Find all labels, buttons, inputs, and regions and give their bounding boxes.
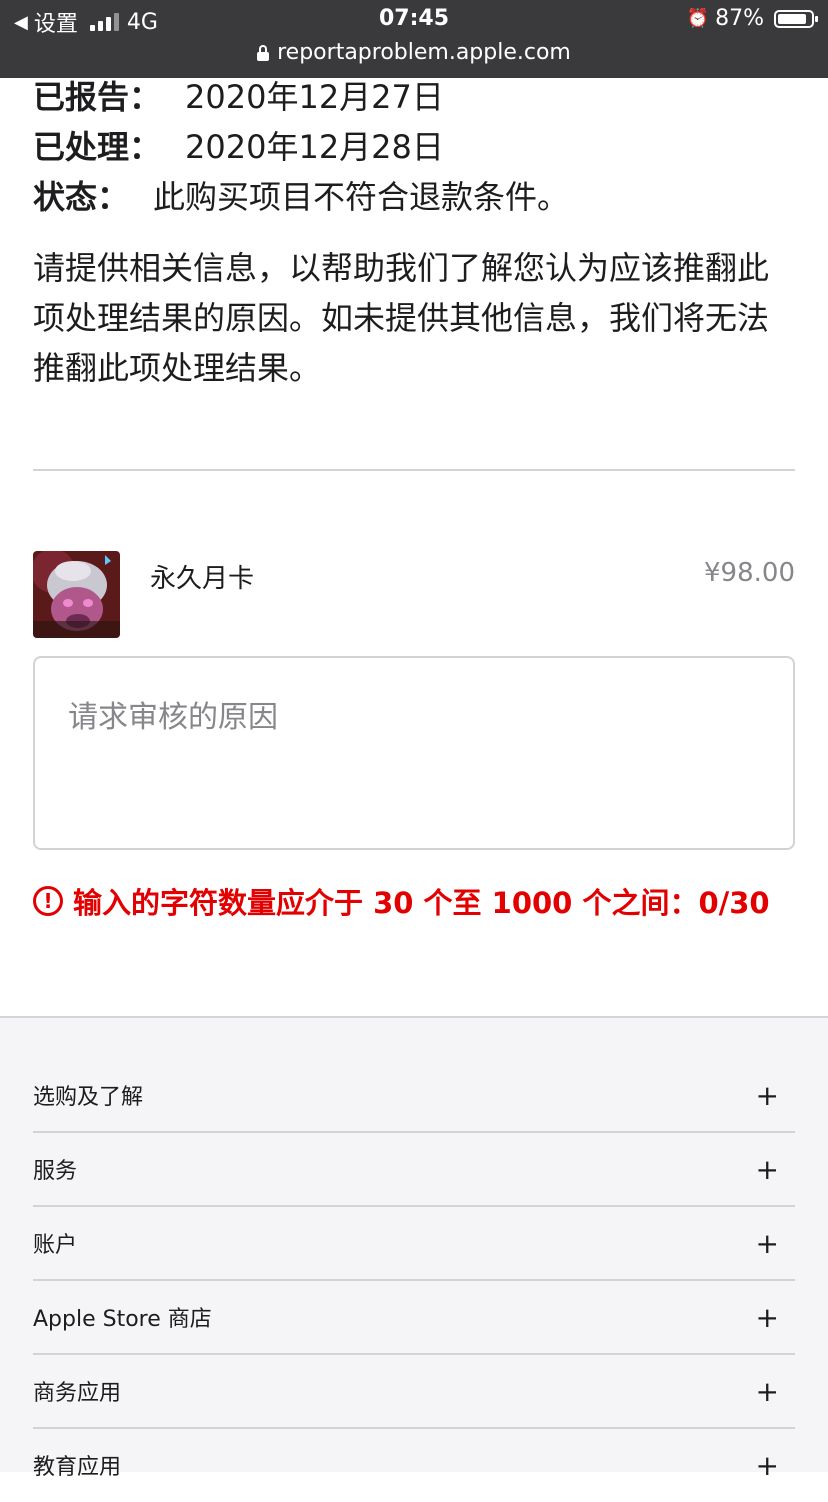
status-right: ⏰ 87% [686, 6, 818, 31]
footer: 选购及了解 + 服务 + 账户 + Apple Store 商店 + 商务应用 … [0, 1016, 828, 1482]
error-message: 输入的字符数量应介于 30 个至 1000 个之间：0/30 [73, 886, 770, 920]
expand-plus-icon[interactable]: + [756, 1153, 779, 1186]
processed-row: 已处理： 2020年12月28日 [33, 122, 444, 168]
footer-item-label: 账户 [33, 1233, 78, 1258]
app-artwork-icon [33, 551, 120, 638]
footer-item-account[interactable]: 账户 + [33, 1206, 795, 1280]
processed-value: 2020年12月28日 [185, 128, 444, 166]
error-icon: ! [33, 886, 63, 916]
status-label: 状态： [33, 178, 130, 216]
url-text[interactable]: reportaproblem.apple.com [277, 40, 571, 65]
battery-percent: 87% [715, 6, 764, 31]
footer-item-label: 教育应用 [33, 1455, 122, 1480]
reported-value: 2020年12月27日 [185, 78, 444, 116]
battery-tip [815, 15, 818, 22]
instructions-text: 请提供相关信息，以帮助我们了解您认为应该推翻此项处理结果的原因。如未提供其他信息… [33, 249, 770, 387]
footer-item-education[interactable]: 教育应用 + [33, 1428, 795, 1502]
reason-field[interactable] [33, 656, 795, 850]
footer-item-shop[interactable]: 选购及了解 + [33, 1058, 795, 1132]
status-bar: ◀ 设置 4G 07:45 ⏰ 87% reportaproblem.apple… [0, 0, 828, 78]
alarm-icon: ⏰ [686, 8, 710, 29]
purchase-item-price: ¥98.00 [704, 558, 795, 588]
address-bar[interactable]: reportaproblem.apple.com [0, 40, 828, 65]
expand-plus-icon[interactable]: + [756, 1449, 779, 1482]
footer-item-business[interactable]: 商务应用 + [33, 1354, 795, 1428]
expand-plus-icon[interactable]: + [756, 1301, 779, 1334]
expand-plus-icon[interactable]: + [756, 1227, 779, 1260]
battery-icon [774, 9, 818, 28]
reported-label: 已报告： [33, 78, 162, 116]
lock-icon [257, 44, 270, 61]
battery-fill [778, 13, 806, 24]
section-divider [33, 469, 795, 471]
app-icon [33, 551, 120, 638]
expand-plus-icon[interactable]: + [756, 1079, 779, 1112]
status-value: 此购买项目不符合退款条件。 [153, 178, 570, 216]
status-row: 状态： 此购买项目不符合退款条件。 [33, 172, 569, 218]
purchase-item-name: 永久月卡 [150, 564, 255, 594]
expand-plus-icon[interactable]: + [756, 1375, 779, 1408]
footer-item-apple-store[interactable]: Apple Store 商店 + [33, 1280, 795, 1354]
reason-input[interactable] [35, 658, 793, 848]
footer-item-label: 选购及了解 [33, 1085, 144, 1110]
processed-label: 已处理： [33, 128, 162, 166]
footer-item-label: Apple Store 商店 [33, 1307, 212, 1332]
footer-item-label: 商务应用 [33, 1381, 122, 1406]
reported-row: 已报告： 2020年12月27日 [33, 72, 444, 118]
footer-item-services[interactable]: 服务 + [33, 1132, 795, 1206]
footer-item-label: 服务 [33, 1159, 78, 1184]
validation-error: ! 输入的字符数量应介于 30 个至 1000 个之间：0/30 [33, 880, 770, 922]
